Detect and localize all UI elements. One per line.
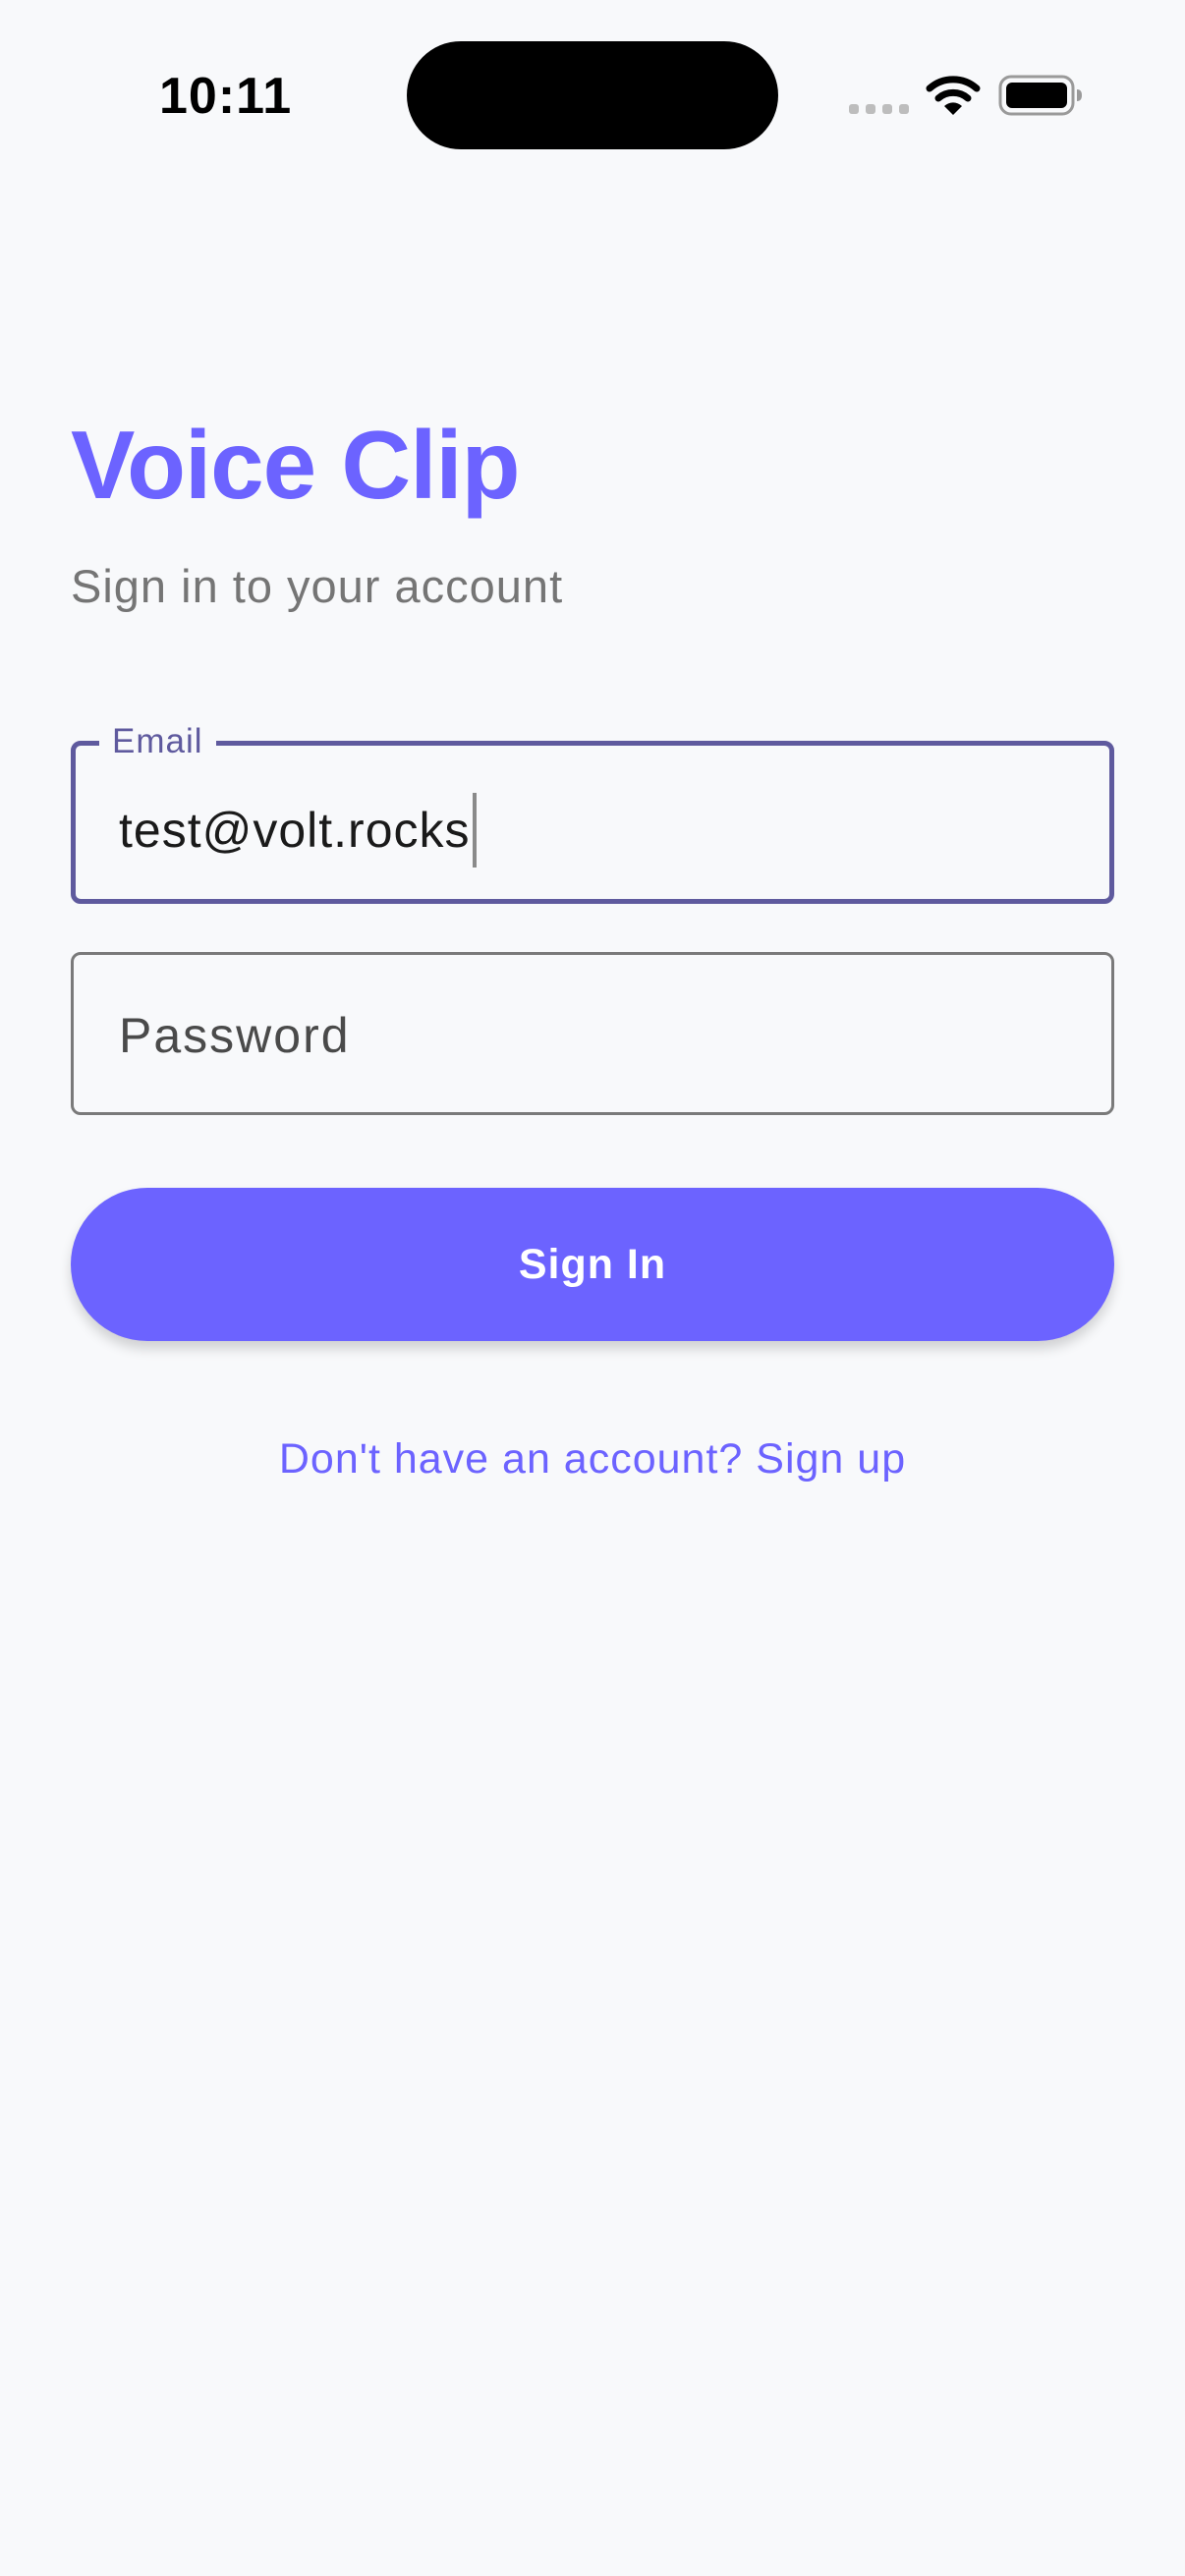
sign-in-button[interactable]: Sign In (71, 1188, 1114, 1341)
sign-up-link[interactable]: Don't have an account? Sign up (0, 1427, 1185, 1491)
password-field[interactable]: Password (71, 952, 1114, 1115)
email-value-wrapper[interactable]: test@volt.rocks (119, 793, 477, 868)
email-label: Email (99, 720, 216, 763)
text-cursor (472, 793, 477, 868)
wifi-icon (926, 76, 981, 115)
app-subtitle: Sign in to your account (71, 560, 564, 612)
app-title: Voice Clip (71, 411, 521, 519)
email-value[interactable]: test@volt.rocks (119, 800, 471, 861)
battery-icon (998, 75, 1082, 116)
password-placeholder: Password (119, 1008, 351, 1063)
dynamic-island (407, 41, 778, 149)
status-time: 10:11 (159, 68, 293, 125)
email-field[interactable]: Email test@volt.rocks (71, 720, 1114, 904)
cellular-signal-icon (849, 104, 909, 114)
